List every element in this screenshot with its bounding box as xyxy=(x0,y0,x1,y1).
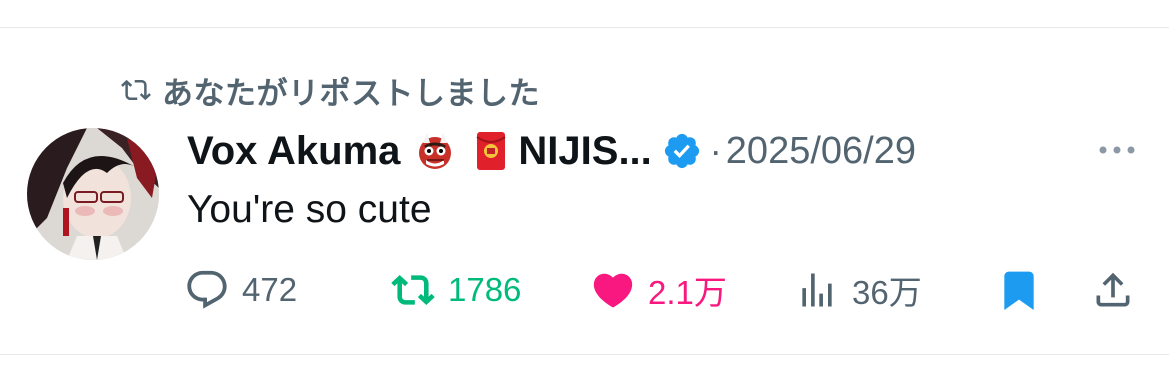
repost-banner-text: あなたがリポストしました xyxy=(162,75,540,111)
tweet-date[interactable]: 2025/06/29 xyxy=(726,130,916,173)
author-name-suffix[interactable]: NIJIS... xyxy=(518,129,651,174)
tweet-header: Vox Akuma NIJIS... · 2025/06/29 xyxy=(187,126,916,176)
more-options-icon[interactable] xyxy=(1095,140,1139,160)
bookmark-button[interactable] xyxy=(994,262,1044,318)
heart-icon xyxy=(588,265,638,315)
red-envelope-emoji xyxy=(470,130,512,172)
author-name[interactable]: Vox Akuma xyxy=(187,129,400,174)
repost-banner: あなたがリポストしました xyxy=(118,70,540,111)
repost-count: 1786 xyxy=(448,271,522,308)
views-count: 36万 xyxy=(852,274,922,311)
avatar[interactable] xyxy=(27,128,159,260)
share-icon xyxy=(1088,265,1138,315)
verified-badge-icon xyxy=(662,131,702,171)
share-button[interactable] xyxy=(1088,262,1138,318)
ogre-face-emoji xyxy=(414,130,456,172)
bookmark-icon xyxy=(994,265,1044,315)
top-divider xyxy=(0,27,1169,28)
tweet-text: You're so cute xyxy=(187,188,432,231)
repost-icon xyxy=(388,265,438,315)
like-button[interactable]: 2.1万 xyxy=(588,262,727,318)
reply-button[interactable]: 472 xyxy=(182,262,297,318)
repost-icon xyxy=(118,70,162,110)
like-count: 2.1万 xyxy=(648,274,727,311)
views-button[interactable]: 36万 xyxy=(792,262,922,318)
views-icon xyxy=(792,265,842,315)
repost-button[interactable]: 1786 xyxy=(388,262,521,318)
bottom-divider xyxy=(0,354,1169,355)
separator-dot: · xyxy=(709,130,722,171)
reply-count: 472 xyxy=(242,271,298,308)
tweet-card[interactable]: あなたがリポストしました Vox Akuma NIJIS... · 2025/0… xyxy=(0,0,1169,389)
reply-icon xyxy=(182,265,232,315)
